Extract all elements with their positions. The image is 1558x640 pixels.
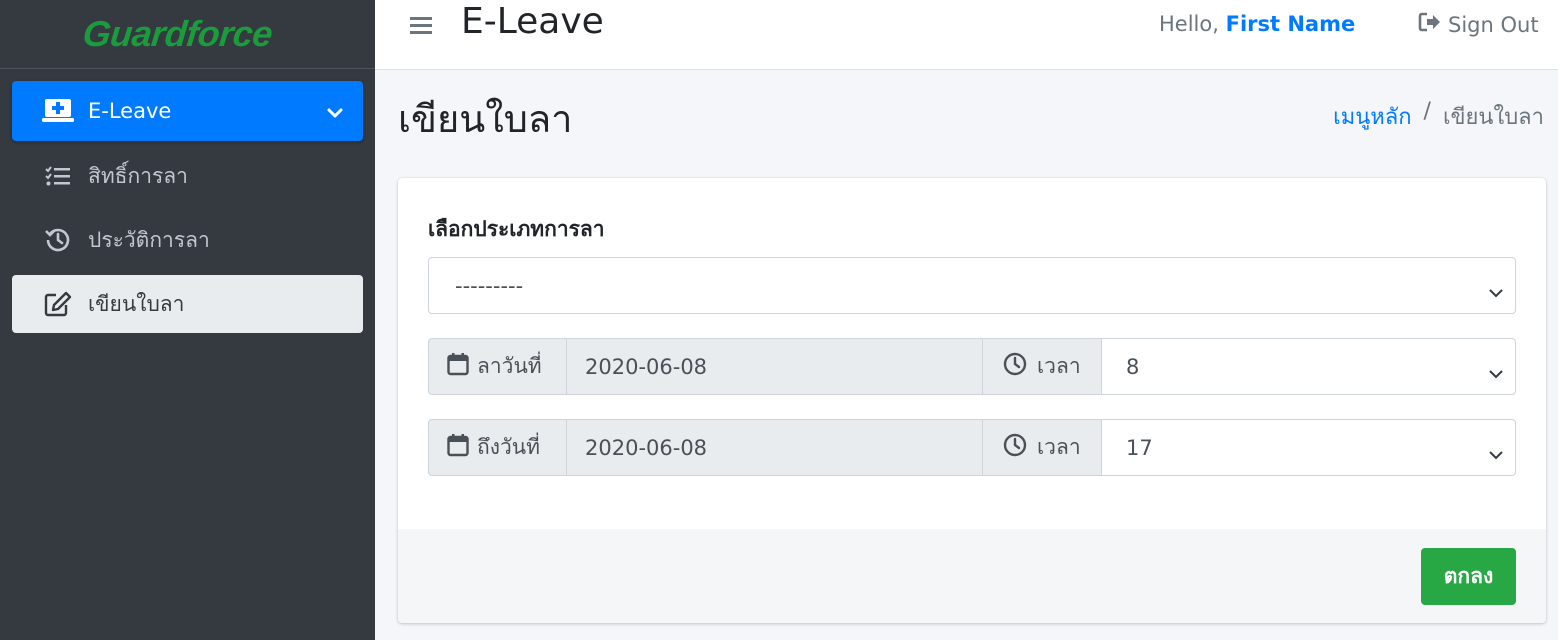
brand-logo[interactable]: Guardforce <box>81 13 274 55</box>
chevron-down-icon <box>1489 280 1503 304</box>
sidebar-item-leave-history[interactable]: ประวัติการลา <box>12 211 363 269</box>
breadcrumb-separator: / <box>1423 99 1431 124</box>
to-date-addon: ถึงวันที่ <box>428 419 567 476</box>
greeting-text: Hello, <box>1159 12 1219 36</box>
chevron-down-icon <box>1489 361 1503 385</box>
chevron-down-icon <box>1489 442 1503 466</box>
sign-out-link[interactable]: Sign Out <box>1418 12 1539 37</box>
breadcrumb-home-link[interactable]: เมนูหลัก <box>1333 99 1411 134</box>
sign-out-label: Sign Out <box>1448 12 1539 37</box>
from-time-value: 8 <box>1126 354 1140 379</box>
sidebar-item-label: ประวัติการลา <box>88 227 210 252</box>
edit-icon <box>40 289 76 319</box>
to-time-value: 17 <box>1126 435 1153 460</box>
from-time-addon: เวลา <box>983 338 1102 395</box>
sidebar-item-leave-rights[interactable]: สิทธิ์การลา <box>12 147 363 205</box>
from-time-select[interactable]: 8 <box>1102 338 1516 395</box>
to-time-addon: เวลา <box>983 419 1102 476</box>
sidebar: Guardforce E-Leave สิทธิ์การลา ประวัติกา… <box>0 0 375 640</box>
from-date-label: ลาวันที่ <box>477 354 542 378</box>
to-time-label: เวลา <box>1037 435 1081 459</box>
to-date-label: ถึงวันที่ <box>477 435 540 459</box>
breadcrumb-current: เขียนใบลา <box>1442 105 1544 130</box>
leave-form-card: เลือกประเภทการลา --------- ลาวันที่ 2020… <box>398 178 1546 623</box>
hamburger-menu-icon[interactable] <box>409 14 433 36</box>
chevron-down-icon <box>327 100 343 124</box>
card-footer: ตกลง <box>398 529 1546 623</box>
to-time-select[interactable]: 17 <box>1102 419 1516 476</box>
leave-type-select[interactable]: --------- <box>428 257 1516 314</box>
brand[interactable]: Guardforce <box>0 0 375 69</box>
sign-out-icon <box>1418 12 1442 37</box>
from-date-row: ลาวันที่ 2020-06-08 เวลา 8 <box>428 338 1516 395</box>
sidebar-item-label: E-Leave <box>88 99 172 123</box>
calendar-icon <box>447 352 469 381</box>
clock-icon <box>1003 352 1027 381</box>
leave-type-value: --------- <box>455 273 524 298</box>
submit-button[interactable]: ตกลง <box>1421 548 1516 605</box>
sidebar-nav: E-Leave สิทธิ์การลา ประวัติการลา เขียนใบ… <box>0 69 375 333</box>
to-date-input[interactable]: 2020-06-08 <box>567 419 983 476</box>
to-date-row: ถึงวันที่ 2020-06-08 เวลา 17 <box>428 419 1516 476</box>
history-icon <box>40 225 76 255</box>
sidebar-item-label: สิทธิ์การลา <box>88 163 188 188</box>
user-greeting: Hello, First Name <box>1159 12 1355 36</box>
sidebar-item-e-leave[interactable]: E-Leave <box>12 81 363 141</box>
from-time-label: เวลา <box>1037 354 1081 378</box>
leave-type-label: เลือกประเภทการลา <box>428 217 605 241</box>
sidebar-item-label: เขียนใบลา <box>88 291 185 316</box>
from-date-addon: ลาวันที่ <box>428 338 567 395</box>
calendar-icon <box>447 433 469 462</box>
breadcrumb: เมนูหลัก / เขียนใบลา <box>1333 99 1544 134</box>
clock-icon <box>1003 433 1027 462</box>
laptop-medical-icon <box>40 96 76 126</box>
tasks-list-icon <box>40 161 76 191</box>
sidebar-item-write-leave[interactable]: เขียนใบลา <box>12 275 363 333</box>
from-date-input[interactable]: 2020-06-08 <box>567 338 983 395</box>
top-navbar: E-Leave Hello, First Name Sign Out <box>375 0 1558 70</box>
page-title: เขียนใบลา <box>398 97 573 141</box>
app-title: E-Leave <box>461 1 604 42</box>
user-name[interactable]: First Name <box>1226 12 1356 36</box>
